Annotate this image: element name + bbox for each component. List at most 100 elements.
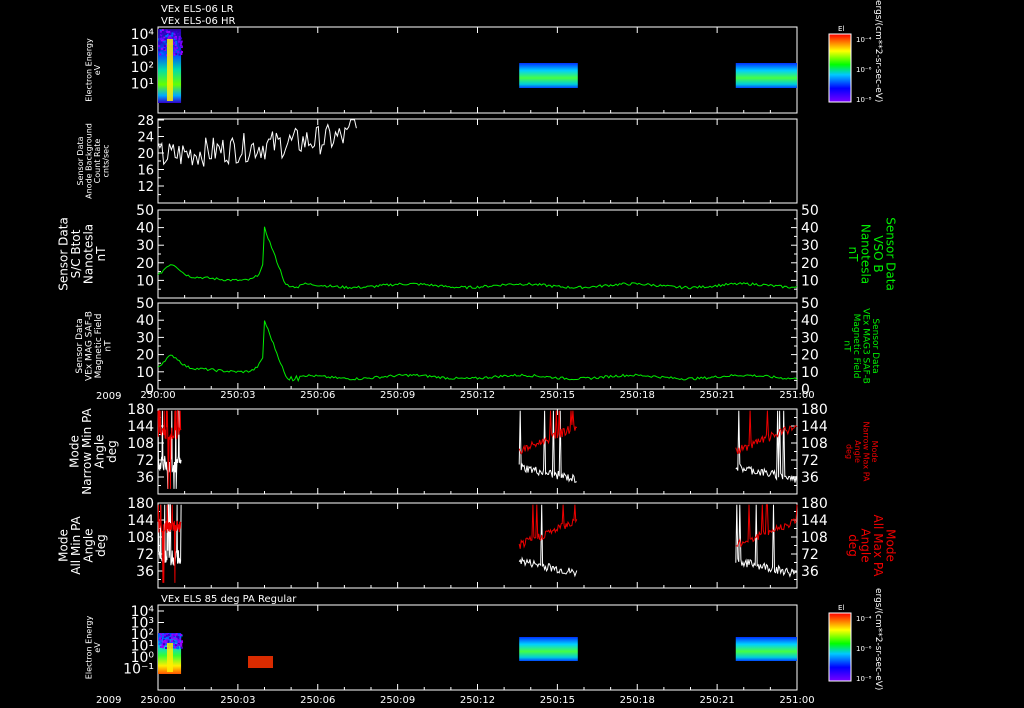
colorbar-top-gradient <box>828 33 852 103</box>
panel-electron-energy-top-speckle-45 <box>160 41 163 44</box>
time-tick-label-0-2: 250:06 <box>300 390 335 401</box>
panel-electron-energy-top-speckle-91 <box>171 32 174 35</box>
panel-all-pa-yticklabel-3: 72 <box>136 547 154 563</box>
panel-electron-energy-top-speckle-68 <box>180 42 183 45</box>
time-tick-label-0-1: 250:03 <box>220 390 255 401</box>
panel-electron-energy-top-speckle-138 <box>158 49 161 52</box>
plot-canvas: VEx ELS-06 LR VEx ELS-06 HR VEx ELS 85 d… <box>56 0 898 706</box>
panel-electron-energy-85deg-speckle-101 <box>168 637 171 640</box>
panel-electron-energy-top-speckle-136 <box>174 37 177 40</box>
colorbar-bottom-title: El <box>838 604 844 612</box>
panel-sc-btot-yticklabel-0: 50 <box>136 203 154 219</box>
panel-all-pa-yticklabel-4: 36 <box>136 564 154 580</box>
panel-anode-background: 28 2420 1612 Sensor Data Anode Background Cou… <box>76 114 798 204</box>
panel-all-pa-yticklabel-0: 180 <box>127 496 154 512</box>
panel-electron-energy-top-speckle-109 <box>158 45 161 48</box>
panel-electron-energy-85deg-speckle-114 <box>180 646 183 649</box>
panel-electron-energy-top-speckle-108 <box>158 41 161 44</box>
colorbar-top: El 10⁻⁴ 10⁻⁶ 10⁻⁸ ergs/(cm**2-sr-sec-eV) <box>828 0 883 104</box>
panel-narrow-pa-series-0 <box>157 410 798 489</box>
bottom-panel-title: VEx ELS 85 deg PA Regular <box>161 594 297 605</box>
panel-electron-energy-top-speckle-132 <box>176 46 179 49</box>
panel-electron-energy-85deg-speckle-135 <box>175 640 178 643</box>
panel-narrow-pa-yticklabel-1: 144 <box>127 419 154 435</box>
panel-electron-energy-top-speckle-139 <box>174 48 177 51</box>
panel-anode-background-yticklabel-0: 28 <box>137 114 154 129</box>
panel-sc-btot-yticklabel-2: 30 <box>136 238 154 254</box>
panel-electron-energy-85deg-speckle-139 <box>162 635 165 638</box>
panel-narrow-pa-yticklabel-4: 36 <box>136 470 154 486</box>
panel-electron-energy-top-speckle-129 <box>163 44 166 47</box>
panel-all-pa-yticklabel-r-1: 144 <box>801 513 828 529</box>
panel-electron-energy-top-frame <box>157 26 798 114</box>
panel-electron-energy-top-stripe <box>166 39 173 101</box>
panel-all-pa-yticklabel-r-4: 36 <box>801 564 819 580</box>
panel-electron-energy-top-speckle-88 <box>164 38 167 41</box>
header-line-2: VEx ELS-06 HR <box>161 16 236 27</box>
panel-mag-saf-b-series-0 <box>157 320 798 383</box>
panel-electron-energy-85deg-ylabel: Electron Energy eV <box>85 616 102 680</box>
panel-electron-energy-85deg-speckle-122 <box>161 644 164 647</box>
panel-electron-energy-85deg-speckle-9 <box>180 643 183 646</box>
panel-electron-energy-85deg-speckle-78 <box>167 636 170 639</box>
panel-electron-energy-top-speckle-105 <box>165 35 168 38</box>
panel-electron-energy-top-speckle-104 <box>168 33 171 36</box>
panel-electron-energy-85deg-speckle-115 <box>177 643 180 646</box>
time-tick-label-0-5: 250:15 <box>540 390 575 401</box>
panel-mag-saf-b-yticklabel-0: 50 <box>136 296 154 312</box>
panel-electron-energy-85deg-speckle-89 <box>167 640 170 643</box>
year-label-1: 2009 <box>96 391 121 402</box>
panel-electron-energy-85deg-speckle-116 <box>162 640 165 643</box>
panel-electron-energy-85deg-stripe <box>166 643 173 672</box>
time-tick-label-0-6: 250:18 <box>620 390 655 401</box>
panel-electron-energy-top-speckle-98 <box>175 52 178 55</box>
panel-sc-btot-ylabel-right: Sensor DataVSO BNanoteslanT <box>846 217 898 291</box>
panel-electron-energy-top-speckle-77 <box>175 40 178 43</box>
panel-all-pa-series-1 <box>157 504 798 583</box>
time-tick-label-1-2: 250:06 <box>300 695 335 706</box>
panel-electron-energy-85deg-speckle-96 <box>170 639 173 642</box>
panel-sc-btot-yticklabel-r-4: 10 <box>801 273 819 289</box>
panel-electron-energy-top-speckle-134 <box>175 30 178 33</box>
panel-electron-energy-85deg-speckle-74 <box>163 634 166 637</box>
panel-anode-background-frame <box>157 118 798 204</box>
panel-electron-energy-85deg-speckle-65 <box>165 647 168 650</box>
panel-mag-saf-b-yticklabel-4: 10 <box>136 365 154 381</box>
panel-electron-energy-85deg-speckle-121 <box>159 640 162 643</box>
panel-anode-background-yticklabel-4: 12 <box>137 180 154 195</box>
time-tick-label-1-1: 250:03 <box>220 695 255 706</box>
panel-electron-energy-85deg-speckle-136 <box>171 636 174 639</box>
panel-electron-energy-top-speckle-60 <box>168 30 171 33</box>
panel-electron-energy-85deg-speckle-80 <box>176 646 179 649</box>
panel-electron-energy-85deg-speckle-128 <box>158 633 161 636</box>
panel-electron-energy-top-speckle-89 <box>161 52 164 55</box>
panel-electron-energy-top-speckle-95 <box>175 42 178 45</box>
panel-electron-energy-top-speckle-99 <box>177 40 180 43</box>
colorbar-top-unit: ergs/(cm**2-sr-sec-eV) <box>873 0 883 102</box>
panel-narrow-pa-series-1 <box>157 410 798 489</box>
time-tick-label-1-6: 250:18 <box>620 695 655 706</box>
panel-electron-energy-top-speckle-11 <box>180 40 183 43</box>
panel-narrow-pa-yticklabel-2: 108 <box>127 436 154 452</box>
panel-electron-energy-85deg-hot-spot <box>248 656 273 668</box>
panel-mag-saf-b-ylabel: Sensor Data VEx MAG SAF-B Magnetic Field nT <box>75 311 113 381</box>
colorbar-bottom-tick-2: 10⁻⁶ <box>856 645 872 653</box>
panel-electron-energy-85deg-speckle-129 <box>175 637 178 640</box>
panel-mag-saf-b-ylabel-line-4: nT <box>103 340 113 352</box>
panel-electron-energy-top-speckle-128 <box>168 35 171 38</box>
colorbar-bottom-tick-3: 10⁻⁸ <box>856 675 872 683</box>
panel-narrow-pa-yticklabel-r-3: 72 <box>801 453 819 469</box>
time-tick-label-0-4: 250:12 <box>460 390 495 401</box>
panel-anode-background-series-0 <box>157 119 357 167</box>
panel-mag-saf-b-frame <box>157 302 798 390</box>
panel-electron-energy-85deg-speckle-134 <box>176 635 179 638</box>
colorbar-top-title: El <box>838 25 844 33</box>
panel-electron-energy-top-speckle-120 <box>159 35 162 38</box>
panel-narrow-pa-yticklabel-r-1: 144 <box>801 419 828 435</box>
panel-electron-energy-top-segment-1 <box>519 63 578 88</box>
panel-mag-saf-b-yticklabel-r-4: 10 <box>801 365 819 381</box>
panel-electron-energy-85deg-ylabel-line-2: eV <box>93 642 102 653</box>
time-tick-label-1-7: 250:21 <box>700 695 735 706</box>
panel-electron-energy-85deg-speckle-124 <box>181 641 184 644</box>
panel-electron-energy-85deg-speckle-133 <box>163 643 166 646</box>
